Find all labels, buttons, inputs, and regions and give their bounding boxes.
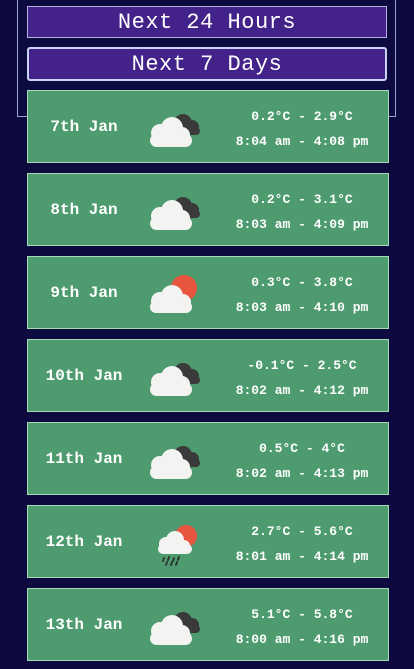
- daylight-hours: 8:03 am - 4:10 pm: [235, 300, 369, 315]
- daylight-hours: 8:00 am - 4:16 pm: [235, 632, 369, 647]
- temperature-range: 0.2°C - 2.9°C: [251, 109, 353, 124]
- tab-next-7-days[interactable]: Next 7 Days: [27, 47, 387, 81]
- day-card[interactable]: 10th Jan -0.1°C - 2.5°C 8:02 am - 4:12 pm: [27, 339, 389, 412]
- cloud-dark-cloud-icon: [138, 186, 206, 234]
- temperature-range: 0.2°C - 3.1°C: [251, 192, 353, 207]
- day-date: 7th Jan: [50, 117, 118, 136]
- day-card[interactable]: 9th Jan 0.3°C - 3.8°C 8:03 am - 4:10 pm: [27, 256, 389, 329]
- daylight-hours: 8:02 am - 4:12 pm: [235, 383, 369, 398]
- day-date: 9th Jan: [50, 283, 118, 302]
- cloud-dark-cloud-icon: [138, 435, 206, 483]
- temperature-range: 2.7°C - 5.6°C: [251, 524, 353, 539]
- cloud-dark-cloud-icon: [138, 352, 206, 400]
- cloud-dark-cloud-icon: [138, 103, 206, 151]
- day-date: 11th Jan: [45, 449, 123, 468]
- temperature-range: 0.3°C - 3.8°C: [251, 275, 353, 290]
- daylight-hours: 8:03 am - 4:09 pm: [235, 217, 369, 232]
- day-card[interactable]: 8th Jan 0.2°C - 3.1°C 8:03 am - 4:09 pm: [27, 173, 389, 246]
- day-date: 10th Jan: [45, 366, 123, 385]
- daylight-hours: 8:02 am - 4:13 pm: [235, 466, 369, 481]
- sun-cloud-rain-icon: [138, 518, 206, 566]
- day-date: 12th Jan: [45, 532, 123, 551]
- day-date: 8th Jan: [50, 200, 118, 219]
- temperature-range: 0.5°C - 4°C: [259, 441, 345, 456]
- day-card[interactable]: 13th Jan 5.1°C - 5.8°C 8:00 am - 4:16 pm: [27, 588, 389, 661]
- temperature-range: 5.1°C - 5.8°C: [251, 607, 353, 622]
- daylight-hours: 8:01 am - 4:14 pm: [235, 549, 369, 564]
- day-date: 13th Jan: [45, 615, 123, 634]
- day-card[interactable]: 11th Jan 0.5°C - 4°C 8:02 am - 4:13 pm: [27, 422, 389, 495]
- daylight-hours: 8:04 am - 4:08 pm: [235, 134, 369, 149]
- day-card[interactable]: 12th Jan 2.7°C - 5.6°C 8:01 am - 4:14 pm: [27, 505, 389, 578]
- day-card[interactable]: 7th Jan 0.2°C - 2.9°C 8:04 am - 4:08 pm: [27, 90, 389, 163]
- temperature-range: -0.1°C - 2.5°C: [247, 358, 357, 373]
- tab-next-24-hours[interactable]: Next 24 Hours: [27, 6, 387, 38]
- sun-behind-cloud-icon: [138, 269, 206, 317]
- cloud-dark-cloud-icon: [138, 601, 206, 649]
